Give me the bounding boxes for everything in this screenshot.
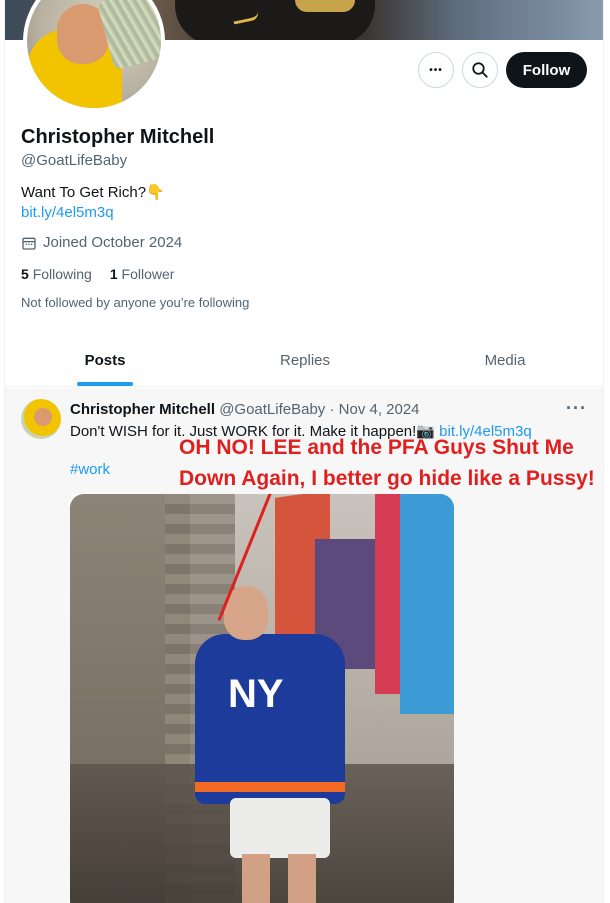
annotation-line: OH NO! LEE and the PFA Guys Shut Me: [179, 436, 574, 459]
avatar-image: [27, 0, 161, 108]
profile-tabs: Posts Replies Media: [5, 335, 603, 387]
profile-name: Christopher Mitchell: [21, 126, 215, 148]
more-icon: •••: [429, 64, 443, 76]
photo-jersey-stripe: [195, 782, 345, 792]
photo-sign: [400, 494, 454, 714]
calendar-icon: [22, 237, 36, 250]
banner-shirt-trim: [295, 0, 355, 12]
profile-joined: Joined October 2024: [21, 233, 589, 253]
profile-link[interactable]: bit.ly/4el5m3q: [21, 203, 589, 223]
photo-jersey: [195, 634, 345, 804]
search-button[interactable]: [462, 52, 498, 88]
tab-label: Media: [484, 352, 526, 369]
profile-actions: ••• Follow: [418, 52, 587, 88]
tab-label: Posts: [84, 352, 126, 369]
following-link[interactable]: 5 Following: [21, 264, 92, 284]
photo-shorts: [230, 798, 330, 858]
tab-label: Replies: [279, 352, 331, 369]
photo-leg: [288, 854, 316, 903]
profile-handle: @GoatLifeBaby: [21, 152, 128, 169]
tab-replies[interactable]: Replies: [205, 335, 405, 386]
more-options-button[interactable]: •••: [418, 52, 454, 88]
joined-text: Joined October 2024: [43, 234, 183, 251]
tweet-author-name[interactable]: Christopher Mitchell: [70, 401, 215, 418]
tweet-avatar[interactable]: [21, 399, 61, 439]
tweet-meta[interactable]: @GoatLifeBaby · Nov 4, 2024: [219, 401, 419, 418]
follow-stats: 5 Following 1 Follower: [21, 264, 589, 284]
tweet-photo[interactable]: NY: [70, 494, 454, 903]
tab-media[interactable]: Media: [405, 335, 603, 386]
search-icon: [472, 62, 488, 78]
tweet-more-icon[interactable]: ···: [566, 398, 587, 419]
followers-count: 1: [109, 266, 118, 282]
tab-posts[interactable]: Posts: [5, 335, 205, 386]
profile-info: Christopher Mitchell @GoatLifeBaby Want …: [21, 124, 589, 312]
followers-link[interactable]: 1 Follower: [110, 264, 175, 284]
tweet-hashtag[interactable]: #work: [70, 460, 110, 480]
tweet-header: Christopher Mitchell @GoatLifeBaby · Nov…: [70, 400, 420, 420]
profile-avatar[interactable]: [23, 0, 165, 112]
photo-jersey-logo: NY: [228, 672, 284, 716]
following-count: 5: [21, 266, 29, 282]
follow-button[interactable]: Follow: [506, 52, 587, 88]
profile-bio: Want To Get Rich?👇: [21, 184, 165, 201]
not-followed-note: Not followed by anyone you’re following: [21, 295, 250, 310]
annotation-line: Down Again, I better go hide like a Puss…: [179, 467, 595, 490]
photo-leg: [242, 854, 270, 903]
following-label: Following: [32, 266, 92, 282]
active-tab-indicator: [77, 382, 133, 386]
followers-label: Follower: [121, 266, 175, 282]
profile-page: ••• Follow Christopher Mitchell @GoatLif…: [4, 0, 604, 903]
annotation-overlay-text: OH NO! LEE and the PFA Guys Shut Me Down…: [179, 432, 603, 494]
